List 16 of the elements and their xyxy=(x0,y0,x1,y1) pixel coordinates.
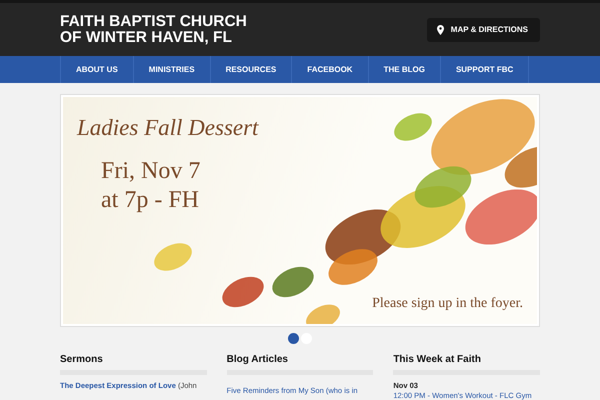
section-heading: Sermons xyxy=(60,354,104,365)
nav-item[interactable]: SUPPORT FBC xyxy=(440,56,530,83)
site-title: FAITH BAPTIST CHURCH xyxy=(60,14,247,30)
nav-item[interactable]: FACEBOOK xyxy=(291,56,368,83)
section-heading: This Week at Faith xyxy=(393,354,482,365)
nav-item[interactable]: RESOURCES xyxy=(210,56,292,83)
site-title: OF WINTER HAVEN, FL xyxy=(60,30,233,46)
nav-item[interactable]: MINISTRIES xyxy=(132,56,210,83)
section-heading: Blog Articles xyxy=(226,354,289,365)
banner-note: Please sign up in the foyer. xyxy=(372,296,523,312)
nav-item[interactable]: THE BLOG xyxy=(368,56,440,83)
banner-date: Fri, Nov 7 xyxy=(101,157,200,186)
nav-item[interactable]: ABOUT US xyxy=(60,56,133,83)
banner-date: at 7p - FH xyxy=(101,186,200,215)
map-directions-button[interactable]: MAP & DIRECTIONS xyxy=(426,18,540,42)
banner-script-title: Ladies Fall Dessert xyxy=(77,115,258,141)
